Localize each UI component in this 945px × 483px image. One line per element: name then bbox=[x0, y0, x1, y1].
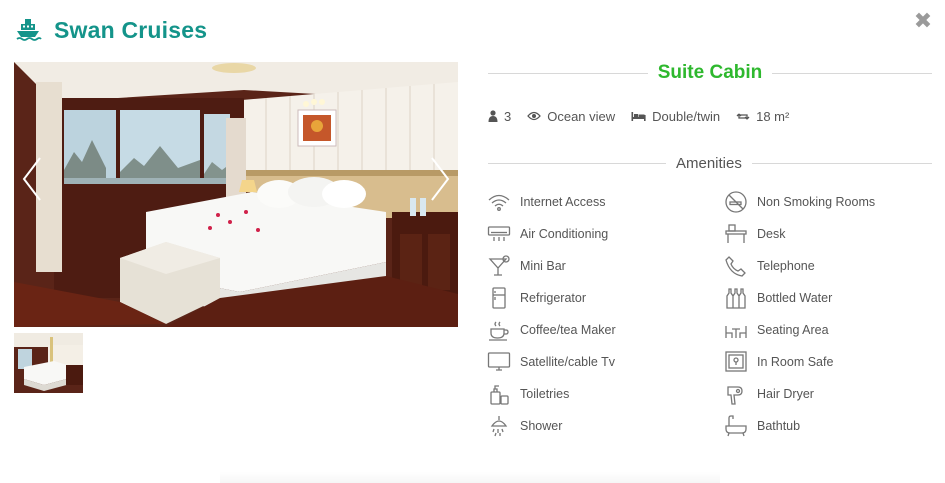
amenity-mini-bar: Mini Bar bbox=[486, 250, 723, 282]
wifi-icon bbox=[486, 189, 512, 215]
no-smoking-icon bbox=[723, 189, 749, 215]
amenity-label: Toiletries bbox=[520, 387, 570, 401]
amenity-label: Non Smoking Rooms bbox=[757, 195, 876, 209]
amenity-in-room-safe: In Room Safe bbox=[723, 346, 936, 378]
hair-dryer-icon bbox=[723, 381, 749, 407]
amenity-label: Bathtub bbox=[757, 419, 801, 433]
amenity-label: Coffee/tea Maker bbox=[520, 323, 616, 337]
close-icon[interactable]: ✖ bbox=[913, 10, 933, 32]
bed-icon bbox=[631, 112, 646, 121]
amenity-label: Air Conditioning bbox=[520, 227, 609, 241]
desk-icon bbox=[723, 221, 749, 247]
amenity-label: Satellite/cable Tv bbox=[520, 355, 615, 369]
amenity-seating-area: Seating Area bbox=[723, 314, 936, 346]
cabin-title-row: Suite Cabin bbox=[488, 58, 933, 88]
cabin-thumbnail-1[interactable] bbox=[14, 333, 83, 393]
view-value: Ocean view bbox=[547, 108, 616, 124]
amenity-label: Desk bbox=[757, 227, 786, 241]
amenities-heading-row: Amenities bbox=[488, 152, 932, 174]
amenity-label: Seating Area bbox=[757, 323, 829, 337]
divider bbox=[488, 72, 648, 74]
next-photo-arrow-icon[interactable] bbox=[428, 156, 452, 202]
toiletries-icon bbox=[486, 381, 512, 407]
amenity-label: Refrigerator bbox=[520, 291, 586, 305]
amenity-internet-access: Internet Access bbox=[486, 186, 723, 218]
ship-icon bbox=[14, 16, 42, 44]
resize-icon bbox=[736, 113, 750, 119]
amenity-telephone: Telephone bbox=[723, 250, 936, 282]
coffee-cup-icon bbox=[486, 317, 512, 343]
amenity-shower: Shower bbox=[486, 410, 723, 442]
size-value: 18 m² bbox=[756, 108, 790, 124]
amenity-label: Telephone bbox=[757, 259, 815, 273]
amenity-bathtub: Bathtub bbox=[723, 410, 936, 442]
brand-name[interactable]: Swan Cruises bbox=[54, 17, 207, 44]
amenity-label: Hair Dryer bbox=[757, 387, 814, 401]
seating-icon bbox=[723, 317, 749, 343]
tv-icon bbox=[486, 349, 512, 375]
amenity-bottled-water: Bottled Water bbox=[723, 282, 936, 314]
cabin-title: Suite Cabin bbox=[657, 62, 763, 83]
view-fact: Ocean view bbox=[527, 109, 615, 124]
footer-shadow bbox=[220, 472, 720, 483]
eye-icon bbox=[527, 111, 542, 121]
amenities-heading: Amenities bbox=[676, 154, 742, 172]
telephone-icon bbox=[723, 253, 749, 279]
amenity-non-smoking-rooms: Non Smoking Rooms bbox=[723, 186, 936, 218]
amenity-label: Shower bbox=[520, 419, 563, 433]
person-icon bbox=[488, 110, 498, 122]
previous-photo-arrow-icon[interactable] bbox=[20, 156, 44, 202]
refrigerator-icon bbox=[486, 285, 512, 311]
bed-fact: Double/twin bbox=[631, 109, 720, 124]
amenity-hair-dryer: Hair Dryer bbox=[723, 378, 936, 410]
amenity-air-conditioning: Air Conditioning bbox=[486, 218, 723, 250]
size-fact: 18 m² bbox=[736, 109, 789, 124]
amenity-label: Internet Access bbox=[520, 195, 606, 209]
divider bbox=[751, 162, 932, 164]
brand-header: Swan Cruises bbox=[14, 14, 207, 46]
amenity-label: Bottled Water bbox=[757, 291, 833, 305]
air-conditioner-icon bbox=[486, 221, 512, 247]
bathtub-icon bbox=[723, 413, 749, 439]
occupancy-value: 3 bbox=[504, 108, 512, 124]
divider bbox=[488, 162, 666, 164]
shower-icon bbox=[486, 413, 512, 439]
amenity-desk: Desk bbox=[723, 218, 936, 250]
divider bbox=[772, 72, 933, 74]
cabin-main-photo bbox=[14, 62, 458, 327]
safe-icon bbox=[723, 349, 749, 375]
amenity-refrigerator: Refrigerator bbox=[486, 282, 723, 314]
amenity-coffee-tea-maker: Coffee/tea Maker bbox=[486, 314, 723, 346]
amenity-toiletries: Toiletries bbox=[486, 378, 723, 410]
bottles-icon bbox=[723, 285, 749, 311]
amenities-list: Internet Access Non Smoking Rooms Air Co… bbox=[486, 186, 936, 442]
cabin-facts: 3 Ocean view Double/twin 18 m² bbox=[488, 106, 805, 126]
bed-value: Double/twin bbox=[652, 108, 721, 124]
amenity-satellite-cable-tv: Satellite/cable Tv bbox=[486, 346, 723, 378]
cocktail-icon bbox=[486, 253, 512, 279]
amenity-label: In Room Safe bbox=[757, 355, 834, 369]
amenity-label: Mini Bar bbox=[520, 259, 566, 273]
occupancy-fact: 3 bbox=[488, 109, 511, 124]
